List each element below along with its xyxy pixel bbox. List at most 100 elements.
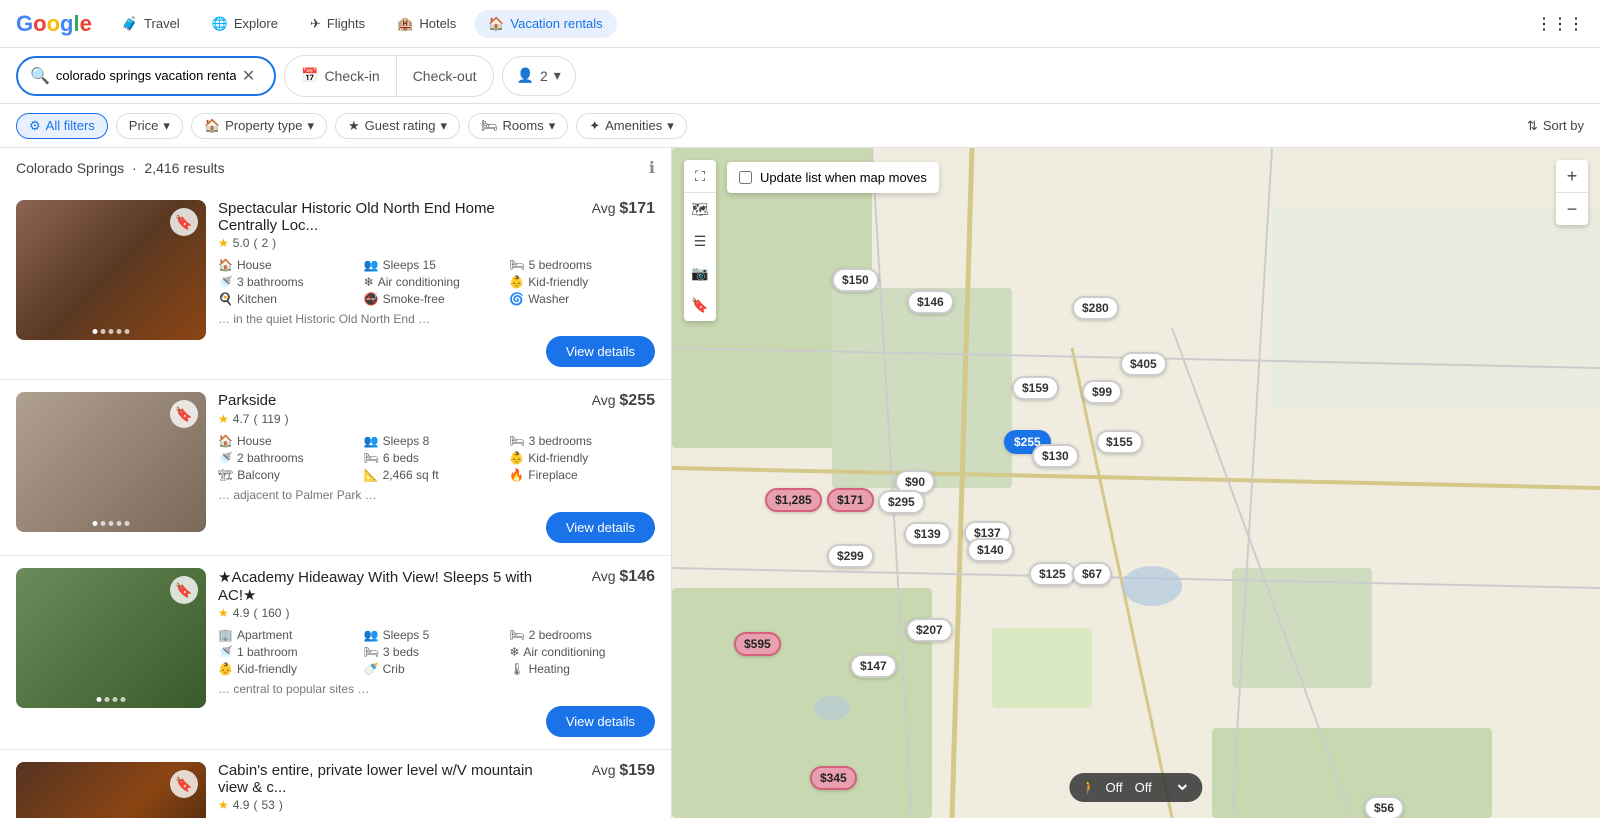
price-pin[interactable]: $159 bbox=[1012, 376, 1059, 400]
search-input-wrap[interactable]: 🔍 ✕ bbox=[16, 56, 276, 96]
map-camera-button[interactable]: 📷 bbox=[684, 257, 716, 289]
view-details-button[interactable]: View details bbox=[546, 706, 655, 737]
ac-icon: ❄ bbox=[364, 275, 374, 289]
home-icon: 🏠 bbox=[218, 434, 233, 448]
listing-info: ★Academy Hideaway With View! Sleeps 5 wi… bbox=[218, 568, 655, 737]
search-icon: 🔍 bbox=[30, 66, 50, 86]
price-pin[interactable]: $405 bbox=[1120, 352, 1167, 376]
apt-icon: 🏢 bbox=[218, 628, 233, 642]
bath-icon: 🚿 bbox=[218, 275, 233, 289]
guests-button[interactable]: 👤 2 ▾ bbox=[502, 56, 576, 96]
listing-rating: ★ 4.7 (119) bbox=[218, 412, 655, 426]
property-type-filter-button[interactable]: 🏠 Property type ▾ bbox=[191, 113, 327, 139]
price-pin[interactable]: $150 bbox=[832, 268, 879, 292]
info-icon[interactable]: ℹ bbox=[649, 158, 655, 178]
listing-info: Cabin's entire, private lower level w/V … bbox=[218, 762, 655, 818]
update-list-checkbox[interactable]: Update list when map moves bbox=[727, 162, 939, 193]
map-layers-button[interactable]: ☰ bbox=[684, 225, 716, 257]
image-dots bbox=[97, 697, 126, 702]
map-type-button[interactable]: 🗺 bbox=[684, 193, 716, 225]
nav-item-vacation-rentals[interactable]: 🏠 Vacation rentals bbox=[474, 10, 616, 38]
price-pin[interactable]: $207 bbox=[906, 618, 953, 642]
price-pin[interactable]: $595 bbox=[734, 632, 781, 656]
rooms-filter-button[interactable]: 🛏 Rooms ▾ bbox=[468, 113, 568, 139]
kid-icon: 👶 bbox=[509, 275, 524, 289]
sqft-icon: 📐 bbox=[364, 468, 379, 482]
price-pin[interactable]: $295 bbox=[878, 490, 925, 514]
listing-title: Parkside bbox=[218, 392, 276, 409]
zoom-controls: + − bbox=[1556, 160, 1588, 225]
price-pin[interactable]: $146 bbox=[907, 290, 954, 314]
filter-bar: ⚙ All filters Price ▾ 🏠 Property type ▾ … bbox=[0, 104, 1600, 148]
sort-button[interactable]: ⇅ Sort by bbox=[1527, 118, 1584, 134]
update-checkbox-input[interactable] bbox=[739, 171, 752, 184]
view-details-button[interactable]: View details bbox=[546, 336, 655, 367]
price-pin[interactable]: $67 bbox=[1072, 562, 1112, 586]
listing-title: ★Academy Hideaway With View! Sleeps 5 wi… bbox=[218, 568, 558, 604]
fullscreen-button[interactable]: ⛶ bbox=[684, 160, 716, 192]
price-pin[interactable]: $139 bbox=[904, 522, 951, 546]
listing-rating: ★ 5.0 (2) bbox=[218, 236, 655, 250]
top-nav: G o o g l e 🧳 Travel 🌐 Explore ✈ Flights… bbox=[0, 0, 1600, 48]
save-button[interactable]: 🔖 bbox=[170, 208, 198, 236]
listing-card[interactable]: 🔖 Parkside Avg $255 ★ 4.7 (119) bbox=[0, 380, 671, 556]
search-input[interactable] bbox=[56, 68, 236, 83]
map-bookmark-button[interactable]: 🔖 bbox=[684, 289, 716, 321]
listing-price: Avg $159 bbox=[592, 762, 655, 780]
travel-icon: 🧳 bbox=[122, 16, 138, 32]
listing-attributes: 🏠House 👥Sleeps 15 🛏5 bedrooms 🚿3 bathroo… bbox=[218, 258, 655, 306]
nav-item-explore[interactable]: 🌐 Explore bbox=[198, 10, 292, 38]
save-button[interactable]: 🔖 bbox=[170, 576, 198, 604]
zoom-in-button[interactable]: + bbox=[1556, 160, 1588, 192]
price-pin[interactable]: $280 bbox=[1072, 296, 1119, 320]
price-pin[interactable]: $1,285 bbox=[765, 488, 822, 512]
all-filters-button[interactable]: ⚙ All filters bbox=[16, 113, 108, 139]
view-details-button[interactable]: View details bbox=[546, 512, 655, 543]
balcony-icon: 🏗 bbox=[218, 468, 233, 482]
vacation-icon: 🏠 bbox=[488, 16, 504, 32]
zoom-out-button[interactable]: − bbox=[1556, 193, 1588, 225]
apps-grid-icon[interactable]: ⋮⋮⋮ bbox=[1536, 14, 1584, 34]
date-inputs: 📅 Check-in Check-out bbox=[284, 55, 494, 97]
save-button[interactable]: 🔖 bbox=[170, 400, 198, 428]
price-filter-button[interactable]: Price ▾ bbox=[116, 113, 183, 139]
main-layout: Colorado Springs · 2,416 results ℹ 🔖 Spe… bbox=[0, 148, 1600, 818]
map-panel[interactable]: Update list when map moves ⛶ 🗺 ☰ 📷 🔖 + −… bbox=[672, 148, 1600, 818]
price-pin[interactable]: $56 bbox=[1364, 796, 1404, 818]
save-button[interactable]: 🔖 bbox=[170, 770, 198, 798]
listing-title-row: Parkside Avg $255 bbox=[218, 392, 655, 410]
price-pin[interactable]: $345 bbox=[810, 766, 857, 790]
checkin-input[interactable]: 📅 Check-in bbox=[285, 56, 397, 96]
sleeps-icon: 👥 bbox=[364, 628, 379, 642]
clear-search-button[interactable]: ✕ bbox=[242, 66, 255, 86]
price-pin[interactable]: $155 bbox=[1096, 430, 1143, 454]
price-pin[interactable]: $125 bbox=[1029, 562, 1076, 586]
price-pin[interactable]: $171 bbox=[827, 488, 874, 512]
listing-info: Spectacular Historic Old North End Home … bbox=[218, 200, 655, 367]
listing-card[interactable]: 🔖 Cabin's entire, private lower level w/… bbox=[0, 750, 671, 818]
nav-label: Travel bbox=[144, 16, 180, 31]
listing-card[interactable]: 🔖 Spectacular Historic Old North End Hom… bbox=[0, 188, 671, 380]
nav-item-flights[interactable]: ✈ Flights bbox=[296, 10, 379, 38]
amenities-icon: ✦ bbox=[589, 118, 600, 134]
ac-icon: ❄ bbox=[509, 645, 519, 659]
price-pin[interactable]: $147 bbox=[850, 654, 897, 678]
checkout-input[interactable]: Check-out bbox=[397, 56, 493, 96]
listing-card[interactable]: 🔖 ★Academy Hideaway With View! Sleeps 5 … bbox=[0, 556, 671, 750]
listing-rating: ★ 4.9 (53) bbox=[218, 798, 655, 812]
price-pin[interactable]: $140 bbox=[967, 538, 1014, 562]
amenities-filter-button[interactable]: ✦ Amenities ▾ bbox=[576, 113, 687, 139]
nav-item-hotels[interactable]: 🏨 Hotels bbox=[383, 10, 470, 38]
guests-count: 2 bbox=[540, 68, 548, 84]
checkout-label: Check-out bbox=[413, 68, 477, 84]
price-pin[interactable]: $130 bbox=[1032, 444, 1079, 468]
nav-items: 🧳 Travel 🌐 Explore ✈ Flights 🏨 Hotels 🏠 … bbox=[108, 10, 617, 38]
listing-title-row: ★Academy Hideaway With View! Sleeps 5 wi… bbox=[218, 568, 655, 604]
terrain-select[interactable]: Off Terrain bbox=[1131, 779, 1191, 796]
price-pin[interactable]: $299 bbox=[827, 544, 874, 568]
nav-item-travel[interactable]: 🧳 Travel bbox=[108, 10, 194, 38]
listing-image: 🔖 bbox=[16, 200, 206, 340]
results-location: Colorado Springs · 2,416 results bbox=[16, 160, 225, 176]
price-pin[interactable]: $99 bbox=[1082, 380, 1122, 404]
guest-rating-filter-button[interactable]: ★ Guest rating ▾ bbox=[335, 113, 460, 139]
